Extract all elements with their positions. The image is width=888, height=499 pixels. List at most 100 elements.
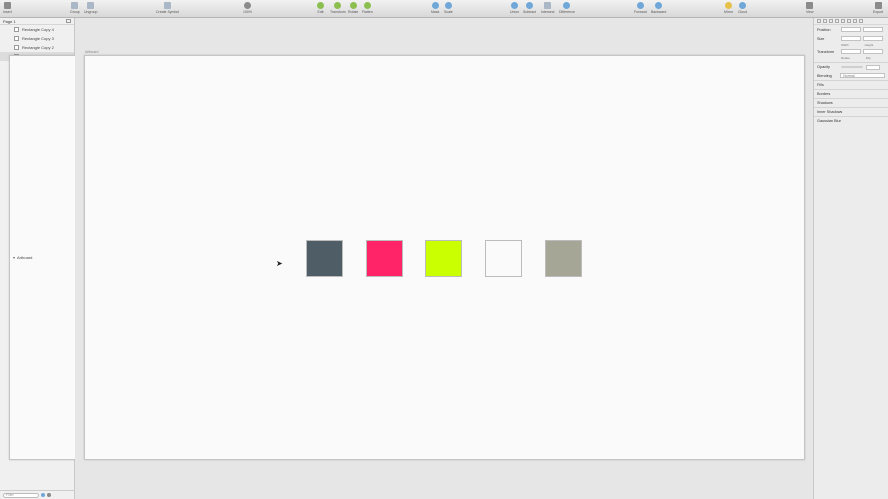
union-button[interactable]: Union — [510, 2, 519, 14]
align-right-icon[interactable] — [829, 19, 833, 23]
layer-search-input[interactable]: Filter — [3, 492, 39, 498]
shadows-section[interactable]: Shadows — [814, 98, 888, 107]
shadows-label: Shadows — [817, 101, 833, 105]
backward-button[interactable]: Backward — [651, 2, 666, 14]
layer-label: Rectangle Copy 3 — [22, 36, 54, 41]
rectangle-icon — [14, 36, 19, 41]
gaussian-blur-section[interactable]: Gaussian Blur — [814, 116, 888, 125]
layers-panel: Page 1 ▾ Artboard Rectangle Copy 4 Recta… — [0, 18, 730, 499]
blending-value: Normal — [843, 73, 855, 78]
y-field[interactable] — [863, 27, 883, 32]
artboard-title[interactable]: Artboard — [85, 50, 98, 54]
symbol-icon — [164, 2, 172, 9]
width-label: Width — [841, 43, 849, 47]
mask-icon — [431, 2, 439, 9]
subtract-icon — [526, 2, 534, 9]
distribute-h-icon[interactable] — [853, 19, 857, 23]
borders-label: Borders — [817, 92, 831, 96]
height-field[interactable] — [863, 36, 883, 41]
rectangle-copy-swatch[interactable] — [366, 240, 403, 277]
fills-label: Fills — [817, 83, 824, 87]
subtract-button[interactable]: Subtract — [523, 2, 536, 14]
width-field[interactable] — [841, 36, 861, 41]
add-icon[interactable] — [41, 493, 45, 497]
magnifier-icon — [243, 2, 251, 9]
plus-icon — [3, 2, 11, 9]
height-label: Height — [864, 43, 874, 47]
size-row: Size — [814, 34, 888, 43]
scale-icon — [444, 2, 452, 9]
insert-button[interactable]: Insert — [3, 2, 12, 14]
rectangle-copy-2-swatch[interactable] — [425, 240, 462, 277]
flip-label: Flip — [865, 56, 871, 60]
blending-select[interactable]: Normal — [840, 73, 885, 78]
rotate-button[interactable]: Rotate — [348, 2, 358, 14]
fills-section[interactable]: Fills — [814, 80, 888, 89]
rotate-field[interactable] — [841, 49, 861, 54]
transform-row: Transform — [814, 47, 888, 56]
intersect-button[interactable]: Intersect — [541, 2, 554, 14]
opacity-field[interactable] — [866, 64, 880, 70]
opacity-label: Opacity — [817, 65, 830, 69]
export-icon — [874, 2, 882, 9]
create-symbol-button[interactable]: Create Symbol — [156, 2, 179, 14]
flip-field[interactable] — [863, 49, 883, 54]
rectangle-icon — [14, 45, 19, 50]
align-middle-icon[interactable] — [841, 19, 845, 23]
layer-label: Rectangle Copy 2 — [22, 45, 54, 50]
page-selector[interactable]: Page 1 — [0, 18, 74, 25]
layer-item[interactable]: Rectangle Copy 4 — [0, 25, 74, 34]
alignment-toolbar — [814, 18, 888, 25]
borders-section[interactable]: Borders — [814, 89, 888, 98]
align-top-icon[interactable] — [835, 19, 839, 23]
forward-button[interactable]: Forward — [634, 2, 647, 14]
distribute-v-icon[interactable] — [859, 19, 863, 23]
chevron-down-icon[interactable]: ▾ — [13, 255, 15, 260]
flatten-button[interactable]: Flatten — [362, 2, 373, 14]
rotate-label: Rotate — [841, 56, 850, 60]
flatten-icon — [363, 2, 371, 9]
rectangle-swatch[interactable] — [306, 240, 343, 277]
ungroup-icon — [87, 2, 95, 9]
align-left-icon[interactable] — [817, 19, 821, 23]
gaussian-blur-label: Gaussian Blur — [817, 119, 841, 123]
intersect-icon — [544, 2, 552, 9]
zoom-control[interactable]: 100% — [243, 2, 252, 14]
rectangle-copy-4-swatch[interactable] — [545, 240, 582, 277]
cloud-icon — [739, 2, 747, 9]
layers-footer: Filter — [0, 490, 75, 499]
search-placeholder: Filter — [6, 493, 14, 497]
layer-item[interactable]: Rectangle Copy 2 — [0, 43, 74, 52]
group-button[interactable]: Group — [70, 2, 80, 14]
inner-shadows-section[interactable]: Inner Shadows — [814, 107, 888, 116]
export-button[interactable]: Export — [873, 2, 883, 14]
scale-button[interactable]: Scale — [444, 2, 453, 14]
transform-icon — [334, 2, 342, 9]
position-label: Position — [817, 27, 831, 32]
canvas[interactable]: Artboard ➤ — [75, 18, 813, 499]
edit-pen-icon[interactable] — [47, 493, 51, 497]
add-page-icon[interactable] — [66, 19, 71, 23]
view-icon — [806, 2, 814, 9]
page-name: Page 1 — [3, 18, 16, 24]
group-icon — [71, 2, 79, 9]
opacity-slider[interactable] — [841, 66, 863, 68]
transform-button[interactable]: Transform — [330, 2, 346, 14]
mask-button[interactable]: Mask — [431, 2, 439, 14]
ungroup-button[interactable]: Ungroup — [84, 2, 97, 14]
align-center-icon[interactable] — [823, 19, 827, 23]
artboard[interactable]: ➤ — [84, 55, 805, 460]
view-button[interactable]: View — [806, 2, 814, 14]
rectangle-copy-3-swatch[interactable] — [485, 240, 522, 277]
layer-label: Rectangle Copy 4 — [22, 27, 54, 32]
layer-item[interactable]: Rectangle Copy 3 — [0, 34, 74, 43]
mirror-button[interactable]: Mirror — [724, 2, 733, 14]
edit-button[interactable]: Edit — [317, 2, 324, 14]
x-field[interactable] — [841, 27, 861, 32]
align-bottom-icon[interactable] — [847, 19, 851, 23]
blending-label: Blending — [817, 73, 832, 78]
transform-sublabels: Rotate Flip — [814, 56, 888, 60]
difference-button[interactable]: Difference — [559, 2, 575, 14]
cloud-button[interactable]: Cloud — [738, 2, 747, 14]
rotate-icon — [349, 2, 357, 9]
